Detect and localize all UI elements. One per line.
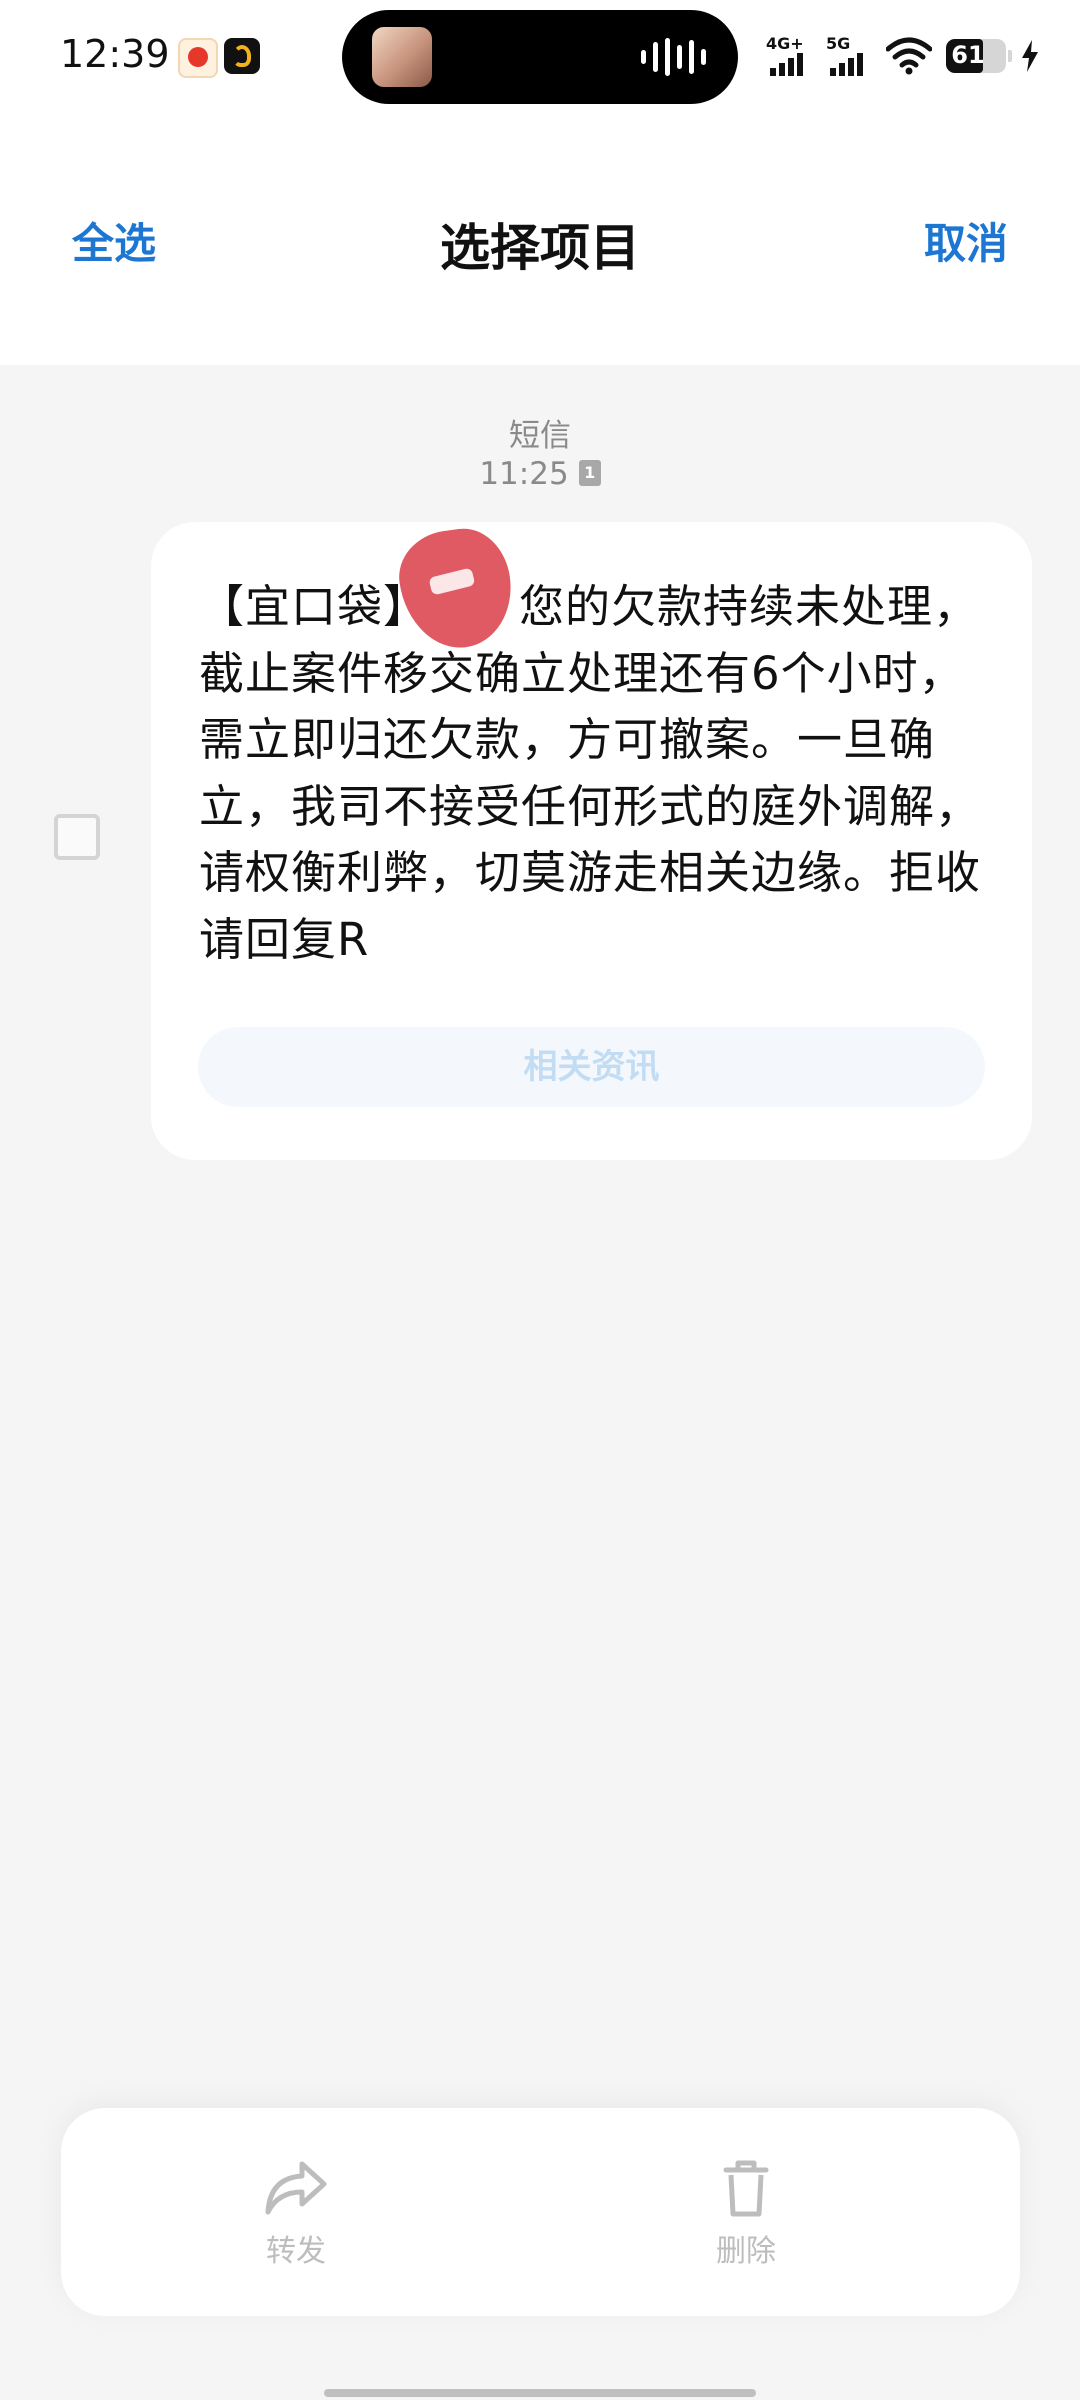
audio-wave-icon — [641, 38, 706, 76]
signal-4g-icon: 4G+ — [766, 34, 812, 78]
forward-button[interactable]: 转发 — [216, 2158, 376, 2270]
home-indicator[interactable] — [324, 2389, 756, 2397]
app-notification-icon-2 — [224, 38, 260, 74]
message-meta: 11:25 1 — [0, 456, 1080, 492]
related-info-button[interactable]: 相关资讯 — [198, 1027, 985, 1107]
cancel-button[interactable]: 取消 — [924, 210, 1008, 271]
page-title: 选择项目 — [440, 219, 640, 277]
network-label-2: 5G — [826, 34, 851, 53]
message-bubble[interactable]: 【宜口袋】 您的欠款持续未处理，截止案件移交确立处理还有6个小时，需立即归还欠款，… — [151, 522, 1032, 1160]
sim-badge-icon: 1 — [578, 459, 601, 486]
bottom-action-bar: 转发 删除 — [61, 2108, 1020, 2316]
battery-icon: 61 — [946, 39, 1012, 73]
forward-label: 转发 — [266, 2234, 326, 2269]
wifi-icon — [886, 37, 932, 75]
media-thumbnail-icon — [372, 27, 432, 87]
message-text: 您的欠款持续未处理，截止案件移交确立处理还有6个小时，需立即归还欠款，方可撤案。… — [199, 580, 982, 966]
message-channel-label: 短信 — [509, 418, 571, 454]
message-select-checkbox[interactable] — [54, 814, 100, 860]
forward-icon — [265, 2161, 327, 2215]
status-icons: 4G+ 5G 61 — [766, 34, 1040, 78]
delete-label: 删除 — [716, 2234, 776, 2269]
signal-5g-icon: 5G — [826, 34, 872, 78]
message-body: 【宜口袋】 您的欠款持续未处理，截止案件移交确立处理还有6个小时，需立即归还欠款，… — [199, 574, 999, 973]
dynamic-island[interactable] — [342, 10, 738, 104]
message-sender-tag: 【宜口袋】 — [199, 580, 430, 633]
network-label-1: 4G+ — [766, 34, 804, 53]
status-time: 12:39 — [60, 32, 170, 76]
selection-header: 全选 选择项目 取消 — [0, 110, 1080, 365]
battery-percent: 61 — [951, 41, 985, 69]
charging-bolt-icon — [1022, 40, 1038, 72]
status-bar: 12:39 4G+ 5G 61 — [0, 0, 1080, 110]
app-notification-icon — [178, 38, 218, 78]
message-time: 11:25 — [479, 456, 569, 492]
trash-icon — [723, 2160, 769, 2217]
delete-button[interactable]: 删除 — [666, 2158, 826, 2270]
